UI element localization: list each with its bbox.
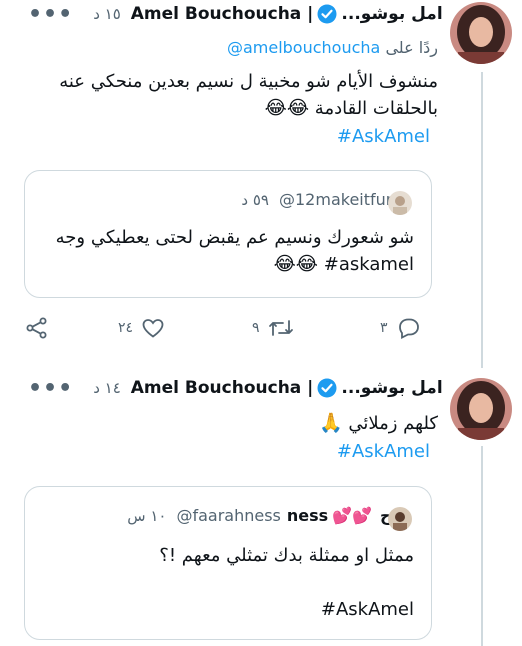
- quoted-hashtag[interactable]: #askamel: [324, 254, 414, 275]
- more-icon[interactable]: •••: [28, 376, 73, 401]
- author-name-arabic[interactable]: امل بوشو...: [341, 378, 442, 398]
- author-name[interactable]: Amel Bouchoucha |: [131, 378, 314, 398]
- hashtag-link[interactable]: #AskAmel: [230, 441, 430, 462]
- replying-to: ردًا على @amelbouchoucha: [38, 38, 438, 57]
- avatar[interactable]: [450, 378, 512, 440]
- quoted-text: شو شعورك ونسيم عم يقبض لحتى يعطيكي وجه #…: [34, 224, 414, 278]
- tweet-text-line1: منشوف الأيام شو مخبية ل نسيم بعدين منحكي…: [59, 71, 438, 92]
- like-icon: [142, 319, 164, 338]
- avatar[interactable]: [450, 2, 512, 64]
- verified-icon: [317, 4, 337, 24]
- more-icon[interactable]: •••: [28, 2, 73, 27]
- quoted-time[interactable]: ١٠ س: [127, 507, 166, 525]
- hashtag-link[interactable]: #AskAmel: [230, 126, 430, 147]
- emoji: 😂😂: [264, 97, 310, 119]
- tweet-header: ••• ١٤ د Amel Bouchoucha | امل بوشو...: [28, 374, 443, 402]
- quoted-text: ممثل او ممثلة بدك تمثلي معهم !؟: [159, 545, 414, 566]
- quoted-handle[interactable]: @12makeitfun: [279, 190, 396, 209]
- retweet-button[interactable]: ٩: [252, 316, 294, 340]
- tweet-text-line2: بالحلقات القادمة: [314, 98, 438, 119]
- like-button[interactable]: ٢٤: [118, 316, 165, 340]
- quoted-time[interactable]: ٥٩ د: [241, 191, 269, 209]
- mention-link[interactable]: @amelbouchoucha: [227, 38, 380, 57]
- action-bar: ٢٤ ٩ ٣: [0, 312, 522, 344]
- quoted-handle[interactable]: @faarahness: [176, 506, 280, 525]
- tweet-time[interactable]: ١٤ د: [93, 379, 121, 397]
- tweet-text-body: كلهم زملائي: [348, 413, 438, 434]
- like-count: ٢٤: [118, 320, 134, 336]
- quoted-avatar[interactable]: [388, 191, 412, 215]
- replying-prefix: ردًا على: [385, 38, 438, 57]
- reply-count: ٣: [380, 320, 388, 336]
- quoted-hashtag[interactable]: #AskAmel: [214, 596, 414, 623]
- author-name[interactable]: Amel Bouchoucha |: [131, 4, 314, 24]
- reply-icon: [398, 318, 419, 339]
- quoted-name-latin[interactable]: ness: [287, 506, 328, 525]
- reply-button[interactable]: ٣: [380, 316, 422, 340]
- heart-emojis: 💕💕: [332, 506, 373, 525]
- share-icon: [26, 317, 47, 339]
- verified-icon: [317, 378, 337, 398]
- thread-line-bottom: [481, 446, 483, 646]
- retweet-icon: [268, 320, 293, 336]
- share-button[interactable]: [24, 316, 50, 340]
- emoji: 🙏: [318, 412, 343, 434]
- quoted-tweet-header: ١٠ س @faarahness ness 💕💕 فرح: [127, 506, 412, 525]
- author-name-arabic[interactable]: امل بوشو...: [341, 4, 442, 24]
- tweet-text: كلهم زملائي 🙏: [38, 410, 438, 437]
- retweet-count: ٩: [252, 320, 260, 336]
- emoji: 😂😂: [273, 253, 319, 275]
- quoted-text-line1: شو شعورك ونسيم عم يقبض لحتى يعطيكي وجه: [55, 227, 414, 248]
- tweet-text: منشوف الأيام شو مخبية ل نسيم بعدين منحكي…: [18, 68, 438, 122]
- tweet-header: ••• ١٥ د Amel Bouchoucha | امل بوشو...: [28, 0, 443, 28]
- tweet-time[interactable]: ١٥ د: [93, 5, 121, 23]
- quoted-avatar[interactable]: [388, 507, 412, 531]
